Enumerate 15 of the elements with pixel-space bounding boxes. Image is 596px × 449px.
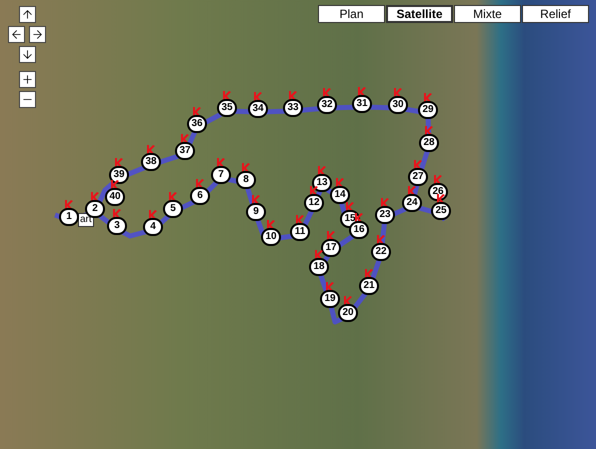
zoom-out-button[interactable] [18, 91, 36, 108]
pan-right-button[interactable] [29, 26, 46, 43]
map-type-button[interactable]: Mixte [454, 5, 521, 23]
map-type-button[interactable]: Satellite [386, 5, 453, 23]
zoom-in-button[interactable] [18, 71, 36, 88]
plus-icon [20, 73, 34, 86]
arrow-left-icon [10, 28, 23, 41]
arrow-up-icon [20, 8, 34, 21]
pan-down-button[interactable] [18, 46, 36, 63]
arrow-down-icon [20, 48, 34, 61]
pan-up-button[interactable] [18, 6, 36, 23]
map-type-button[interactable]: Relief [522, 5, 589, 23]
arrow-right-icon [31, 28, 44, 41]
pan-left-button[interactable] [8, 26, 25, 43]
map-type-button[interactable]: Plan [318, 5, 385, 23]
